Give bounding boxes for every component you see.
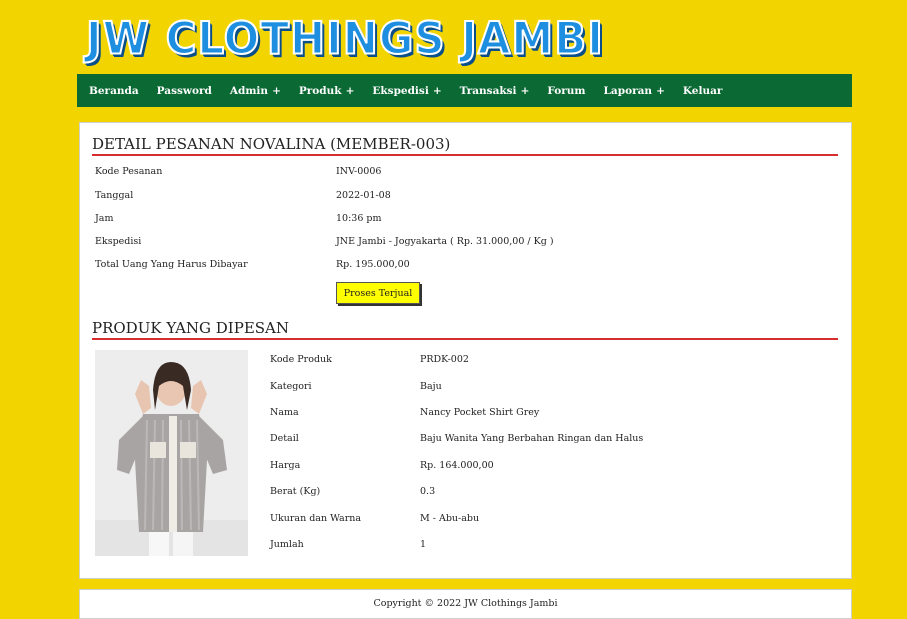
order-total-value: Rp. 195.000,00 [336, 259, 410, 270]
plus-icon: + [656, 84, 665, 97]
plus-icon: + [272, 84, 281, 97]
order-detail-title: DETAIL PESANAN NOVALINA (MEMBER-003) [92, 135, 451, 153]
nav-item-forum[interactable]: Forum [547, 85, 585, 97]
product-code-value: PRDK-002 [420, 354, 469, 365]
order-time-label: Jam [95, 213, 114, 224]
copyright-text: Copyright © 2022 JW Clothings Jambi [373, 598, 558, 609]
product-size-color-value: M - Abu-abu [420, 513, 480, 524]
product-code-label: Kode Produk [270, 354, 332, 365]
order-date-value: 2022-01-08 [336, 190, 391, 201]
product-qty-value: 1 [420, 539, 427, 550]
title-divider [92, 154, 838, 156]
nav-item-label: Produk [298, 84, 342, 97]
product-name-value: Nancy Pocket Shirt Grey [420, 407, 540, 418]
product-qty-label: Jumlah [270, 539, 304, 550]
product-price-label: Harga [270, 460, 301, 471]
nav-item-label: Transaksi [459, 84, 517, 97]
nav-item-password[interactable]: Password [157, 85, 212, 97]
order-shipping-label: Ekspedisi [95, 236, 142, 247]
plus-icon: + [432, 84, 442, 97]
order-code-value: INV-0006 [336, 166, 382, 177]
process-sold-button[interactable]: Proses Terjual [336, 282, 420, 304]
product-image [95, 350, 248, 556]
nav-item-label: Admin [229, 84, 269, 97]
main-navbar: Beranda Password Admin + Produk + Ekspedis… [77, 74, 852, 107]
nav-item-laporan[interactable]: Laporan + [604, 85, 665, 97]
order-time-value: 10:36 pm [336, 213, 382, 224]
nav-item-label: Laporan [603, 84, 653, 97]
nav-item-transaksi[interactable]: Transaksi + [460, 85, 530, 97]
product-name-label: Nama [270, 407, 299, 418]
nav-item-label: Password [156, 84, 212, 97]
product-photo-illustration [95, 350, 248, 556]
main-content-panel: DETAIL PESANAN NOVALINA (MEMBER-003) Kod… [79, 122, 852, 579]
nav-item-beranda[interactable]: Beranda [89, 85, 139, 97]
plus-icon: + [345, 84, 355, 97]
order-code-label: Kode Pesanan [95, 166, 163, 177]
nav-item-label: Keluar [682, 84, 723, 97]
footer: Copyright © 2022 JW Clothings Jambi [79, 589, 852, 619]
product-price-value: Rp. 164.000,00 [420, 460, 494, 471]
nav-item-label: Ekspedisi [372, 84, 429, 97]
nav-item-label: Forum [547, 84, 586, 97]
order-shipping-value: JNE Jambi - Jogyakarta ( Rp. 31.000,00 /… [336, 236, 554, 247]
site-logo: JW CLOTHINGS JAMBI [85, 12, 604, 66]
product-detail-value: Baju Wanita Yang Berbahan Ringan dan Hal… [420, 433, 644, 444]
product-detail-label: Detail [270, 433, 299, 444]
order-total-label: Total Uang Yang Harus Dibayar [95, 259, 248, 270]
nav-item-produk[interactable]: Produk + [299, 85, 355, 97]
ordered-products-title: PRODUK YANG DIPESAN [92, 319, 289, 337]
order-date-label: Tanggal [95, 190, 134, 201]
nav-item-admin[interactable]: Admin + [230, 85, 281, 97]
nav-item-keluar[interactable]: Keluar [683, 85, 723, 97]
plus-icon: + [520, 84, 530, 97]
product-category-label: Kategori [270, 381, 312, 392]
nav-item-ekspedisi[interactable]: Ekspedisi + [372, 85, 441, 97]
nav-item-label: Beranda [89, 84, 139, 97]
product-weight-value: 0.3 [420, 486, 436, 497]
product-category-value: Baju [420, 381, 442, 392]
product-size-color-label: Ukuran dan Warna [270, 513, 362, 524]
product-weight-label: Berat (Kg) [270, 486, 321, 497]
title-divider [92, 338, 838, 340]
